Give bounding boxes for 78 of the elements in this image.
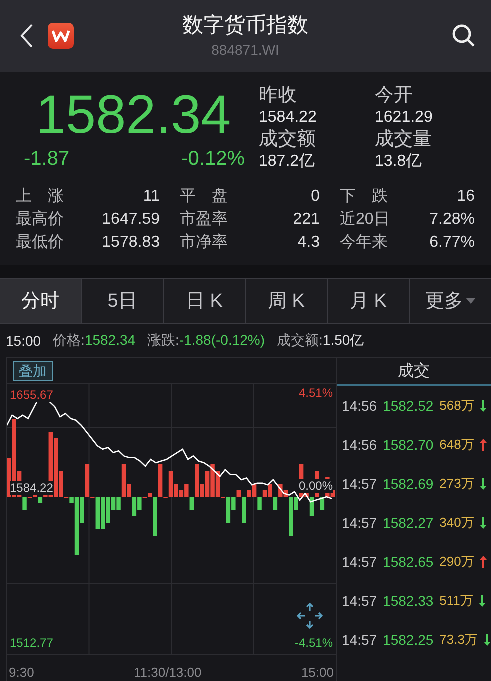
trade-time: 14:57: [342, 592, 378, 608]
trade-price: 1582.52: [383, 398, 434, 414]
trade-price: 1582.27: [383, 514, 434, 530]
trade-volume: 340万: [440, 514, 474, 532]
percent-change: -0.12%: [182, 148, 245, 171]
chart-tab[interactable]: 分时: [0, 279, 82, 323]
trade-price: 1582.69: [383, 476, 434, 492]
trade-price: 1582.70: [383, 436, 434, 452]
app-logo-icon: [48, 23, 74, 49]
trade-price: 1582.33: [383, 592, 434, 608]
stat-value: 13.8亿: [375, 152, 424, 172]
trade-time: 14:56: [342, 436, 378, 452]
trade-price: 1582.65: [383, 554, 434, 570]
stat-label: 平 盘: [180, 187, 229, 207]
chart-tab[interactable]: 月 K: [328, 279, 410, 323]
stat-label: 市盈率: [180, 210, 229, 230]
time-tick: 15:00: [301, 665, 334, 680]
high-percent-label: 4.51%: [298, 386, 333, 400]
back-button[interactable]: [20, 23, 34, 49]
trade-price: 1582.25: [383, 632, 434, 648]
high-price-label: 1655.67: [10, 388, 54, 402]
base-percent-label: 0.00%: [298, 479, 333, 493]
stat-value: 221: [292, 210, 320, 230]
index-code: 884871.WI: [212, 41, 280, 60]
expand-arrows-icon[interactable]: [296, 602, 324, 630]
stat-value: 7.28%: [428, 210, 475, 230]
caret-icon: [466, 298, 476, 304]
stat-label: 最高价: [16, 210, 65, 230]
stat-value: 1647.59: [101, 210, 160, 230]
info-field: 涨跌:-1.88(-0.12%): [148, 332, 266, 350]
stat-label: 上 涨: [16, 186, 65, 207]
trade-volume: 511万: [440, 592, 474, 610]
stat-value: 1621.29: [375, 108, 434, 128]
trade-time: 14:56: [342, 398, 378, 414]
stat-label: 下 跌: [340, 187, 389, 207]
price-change: -1.87: [24, 148, 70, 171]
stat-label: 昨收: [259, 84, 298, 108]
time-tick: 9:30: [9, 665, 34, 680]
low-price-label: 1512.77: [10, 636, 54, 650]
search-button[interactable]: [451, 23, 477, 49]
trade-volume: 568万: [440, 396, 474, 414]
low-percent-label: -4.51%: [294, 636, 333, 650]
stat-label: 市净率: [180, 232, 229, 253]
stat-value: 1578.83: [101, 233, 160, 253]
stat-label: 最低价: [16, 233, 65, 253]
trade-time: 14:57: [342, 632, 378, 648]
trade-volume: 648万: [440, 436, 474, 454]
stat-value: 6.77%: [428, 233, 475, 253]
chart-tab[interactable]: 5日: [82, 279, 164, 323]
stat-value: 4.3: [296, 233, 320, 253]
overlay-button[interactable]: 叠加: [13, 360, 53, 380]
stat-label: 成交额: [259, 128, 317, 152]
trade-volume: 273万: [440, 474, 474, 492]
stat-value: 11: [142, 187, 160, 207]
stat-label: 成交量: [375, 128, 433, 152]
last-price: 1582.34: [35, 84, 232, 146]
chart-tab[interactable]: 日 K: [164, 279, 246, 323]
time-tick: 11:30/13:00: [134, 665, 202, 680]
more-menu-tab[interactable]: 更多: [410, 279, 491, 323]
stat-value: 1584.22: [259, 108, 318, 128]
stat-value: 16: [456, 187, 475, 207]
info-field: 价格:1582.34: [53, 332, 136, 350]
index-title: 数字货币指数: [182, 13, 308, 39]
stat-label: 今开: [375, 84, 414, 108]
base-price-label: 1584.22: [10, 481, 54, 495]
trades-header: 成交: [337, 357, 491, 386]
trade-time: 14:57: [342, 476, 378, 492]
trade-time: 14:57: [342, 554, 378, 570]
chart-tab[interactable]: 周 K: [246, 279, 328, 323]
stat-value: 0: [310, 187, 320, 207]
trade-time: 14:57: [342, 514, 378, 530]
stat-label: 近20日: [340, 210, 391, 230]
stat-value: 187.2亿: [259, 152, 316, 172]
trade-volume: 290万: [440, 552, 474, 570]
info-field: 成交额:1.50亿: [277, 332, 364, 350]
stat-label: 今年来: [340, 232, 389, 253]
trade-volume: 73.3万: [440, 630, 478, 648]
info-time: 15:00: [6, 332, 42, 348]
